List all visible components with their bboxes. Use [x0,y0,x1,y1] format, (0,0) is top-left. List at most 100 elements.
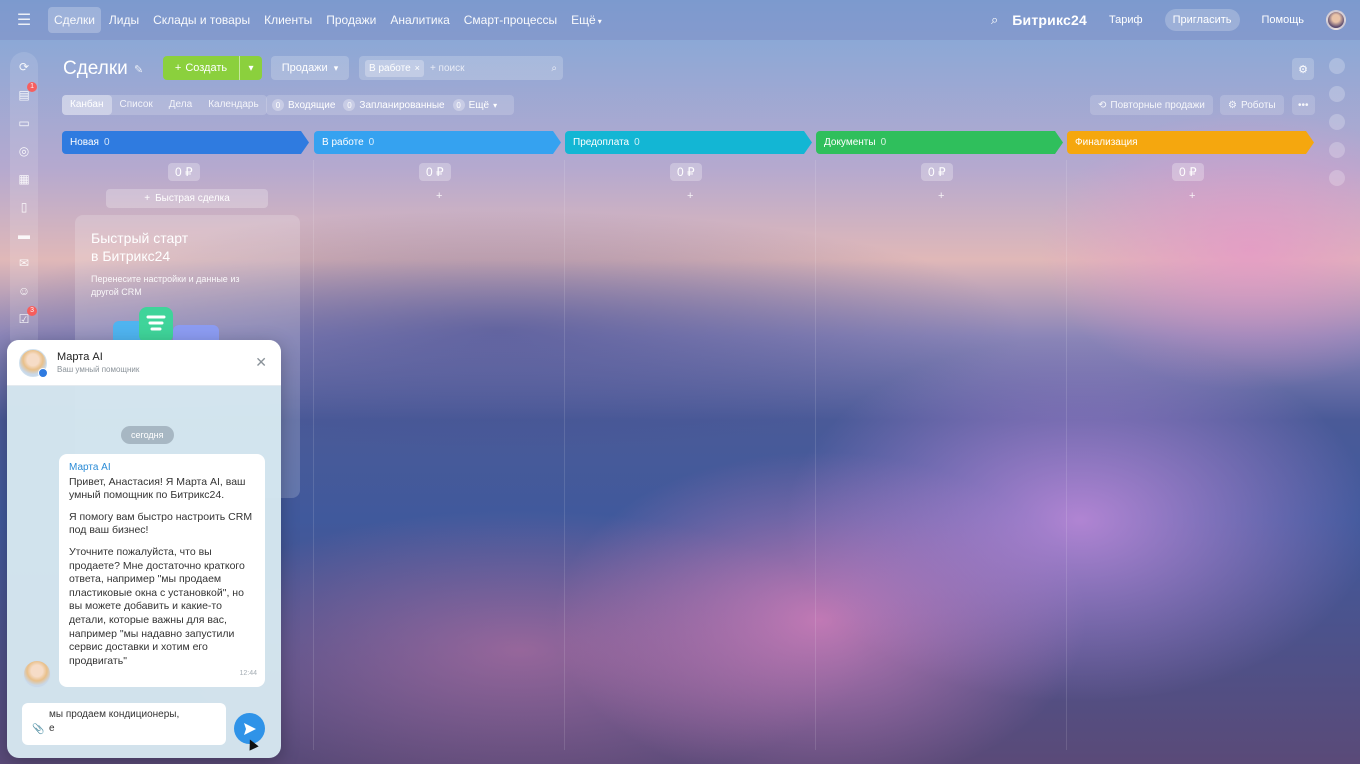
tasks-icon[interactable]: ▤ 1 [15,82,37,104]
pin-icon[interactable]: ✎ [134,63,143,76]
view-calendar[interactable]: Календарь [200,95,266,115]
add-deal-plus-icon[interactable]: + [938,190,944,202]
message-sender: Марта AI [69,462,111,473]
send-arrow-icon [243,722,256,735]
message-input[interactable]: 📎 мы продаем кондиционеры, е [22,703,226,745]
add-deal-plus-icon[interactable]: + [1189,190,1195,202]
create-main[interactable]: + Создать [163,56,240,80]
counter-value: 0 [452,99,465,111]
target-icon[interactable]: ◎ [15,142,33,160]
quick-start-text: Перенесите настройки и данные из другой … [91,274,240,297]
target-icon[interactable] [1329,142,1345,158]
message-paragraph: Привет, Анастасия! Я Марта AI, ваш умный… [69,475,246,502]
message-paragraph: Я помогу вам быстро настроить CRM под ва… [69,510,253,537]
document-icon[interactable]: ▯ [15,198,33,216]
column-divider [564,160,565,750]
stage-sum: 0 ₽ [670,163,702,181]
column-divider [815,160,816,750]
add-deal-plus-icon[interactable]: + [436,190,442,202]
assistant-avatar [23,660,51,688]
apps-icon[interactable] [1329,114,1345,130]
chevron-down-icon[interactable]: ▾ [240,63,262,74]
avatar-icon[interactable] [1329,58,1345,74]
chevron-down-icon: ▾ [597,17,602,26]
left-sidebar: ⟳ ▤ 1 ▭ ◎ ▦ ▯ ▬ ✉ ☺ ☑ 3 [10,52,38,352]
tariff-button[interactable]: Тариф [1101,9,1151,31]
drive-icon[interactable]: ▬ [15,226,33,244]
calendar-icon[interactable]: ▦ [15,170,33,188]
repeat-icon: ⟲ [1098,99,1107,111]
quick-start-title-1: Быстрый старт [91,230,189,246]
stage-in-progress[interactable]: В работе 0 [314,131,561,154]
assistant-name: Марта AI [57,351,103,363]
assistant-message: Марта AI Привет, Анастасия! Я Марта AI, … [59,454,265,687]
menu-icon[interactable]: ☰ [0,0,48,40]
search-bar[interactable]: В работе × ⌕ [359,56,563,80]
view-kanban[interactable]: Канбан [62,95,112,115]
notification-icon[interactable] [1329,86,1345,102]
invite-button[interactable]: Пригласить [1164,9,1240,31]
close-icon[interactable]: ✕ [255,354,267,371]
counter-planned[interactable]: 0 Запланированные [343,99,445,111]
counter-value: 0 [343,99,356,111]
checklist-icon[interactable]: ☑ 3 [15,306,37,328]
nav-item-leads[interactable]: Лиды [103,7,145,33]
stage-name: Документы [824,137,876,148]
user-avatar[interactable] [1326,10,1346,30]
stage-count: 0 [880,137,887,148]
repeat-sales-button[interactable]: ⟲ Повторные продажи [1090,95,1213,115]
stage-documents[interactable]: Документы 0 [816,131,1063,154]
quick-deal-button[interactable]: + Быстрая сделка [106,189,268,208]
create-button[interactable]: + Создать ▾ [163,56,262,80]
support-icon[interactable] [1329,170,1345,186]
input-line: мы продаем кондиционеры, [49,709,180,720]
refresh-icon[interactable]: ⟳ [15,58,33,76]
page-title: Сделки [63,58,128,79]
attachment-icon[interactable]: 📎 [32,723,44,737]
message-paragraph: Уточните пожалуйста, что вы продаете? Мн… [69,545,245,667]
mail-icon[interactable]: ✉ [15,254,33,272]
nav-more-label: Ещё [571,13,596,27]
stage-sum: 0 ₽ [921,163,953,181]
brand-logo[interactable]: Битрикс24 [1012,12,1087,28]
search-icon[interactable]: ⌕ [551,63,557,74]
settings-gear-icon[interactable]: ⚙ [1292,58,1314,80]
nav-item-deals[interactable]: Сделки [48,7,101,33]
plus-icon: + [174,62,182,74]
add-deal-plus-icon[interactable]: + [687,190,693,202]
chat-icon[interactable]: ▭ [15,114,33,132]
chevron-down-icon: ▾ [333,62,339,73]
nav-item-analytics[interactable]: Аналитика [384,7,455,33]
stage-count: 0 [634,137,640,148]
search-icon[interactable]: ⌕ [991,12,998,28]
assistant-avatar [19,348,48,378]
assistant-subtitle: Ваш умный помощник [57,365,140,374]
search-input[interactable] [429,62,530,74]
view-switcher: Канбан Список Дела Календарь [62,95,267,115]
filter-chip[interactable]: В работе × [365,59,424,77]
counter-more[interactable]: 0 Ещё ▾ [452,99,497,111]
nav-item-clients[interactable]: Клиенты [258,7,318,33]
view-list[interactable]: Список [112,95,161,115]
nav-item-warehouses[interactable]: Склады и товары [147,7,256,33]
quick-deal-label: Быстрая сделка [155,193,230,204]
sales-label: Продажи [281,62,328,74]
stage-name: Новая [70,137,99,148]
sales-funnel-select[interactable]: Продажи ▾ [271,56,349,80]
view-activities[interactable]: Дела [161,95,200,115]
robots-button[interactable]: ⚙ Роботы [1220,95,1284,115]
stage-prepayment[interactable]: Предоплата 0 [565,131,812,154]
more-menu-icon[interactable]: ••• [1292,95,1315,115]
stage-finalization[interactable]: Финализация [1067,131,1314,154]
help-button[interactable]: Помощь [1254,9,1313,31]
nav-item-more[interactable]: Ещё ▾ [565,7,608,33]
counter-incoming[interactable]: 0 Входящие [272,99,335,111]
contacts-icon[interactable]: ☺ [15,282,33,300]
plus-icon: + [144,193,151,204]
close-icon[interactable]: × [415,63,420,73]
nav-item-smart-processes[interactable]: Смарт-процессы [458,7,563,33]
stage-new[interactable]: Новая 0 [62,131,309,154]
top-right: ⌕ Битрикс24 Тариф Пригласить Помощь [991,0,1346,40]
quick-start-title-2: в Битрикс24 [91,248,171,264]
nav-item-sales[interactable]: Продажи [320,7,382,33]
